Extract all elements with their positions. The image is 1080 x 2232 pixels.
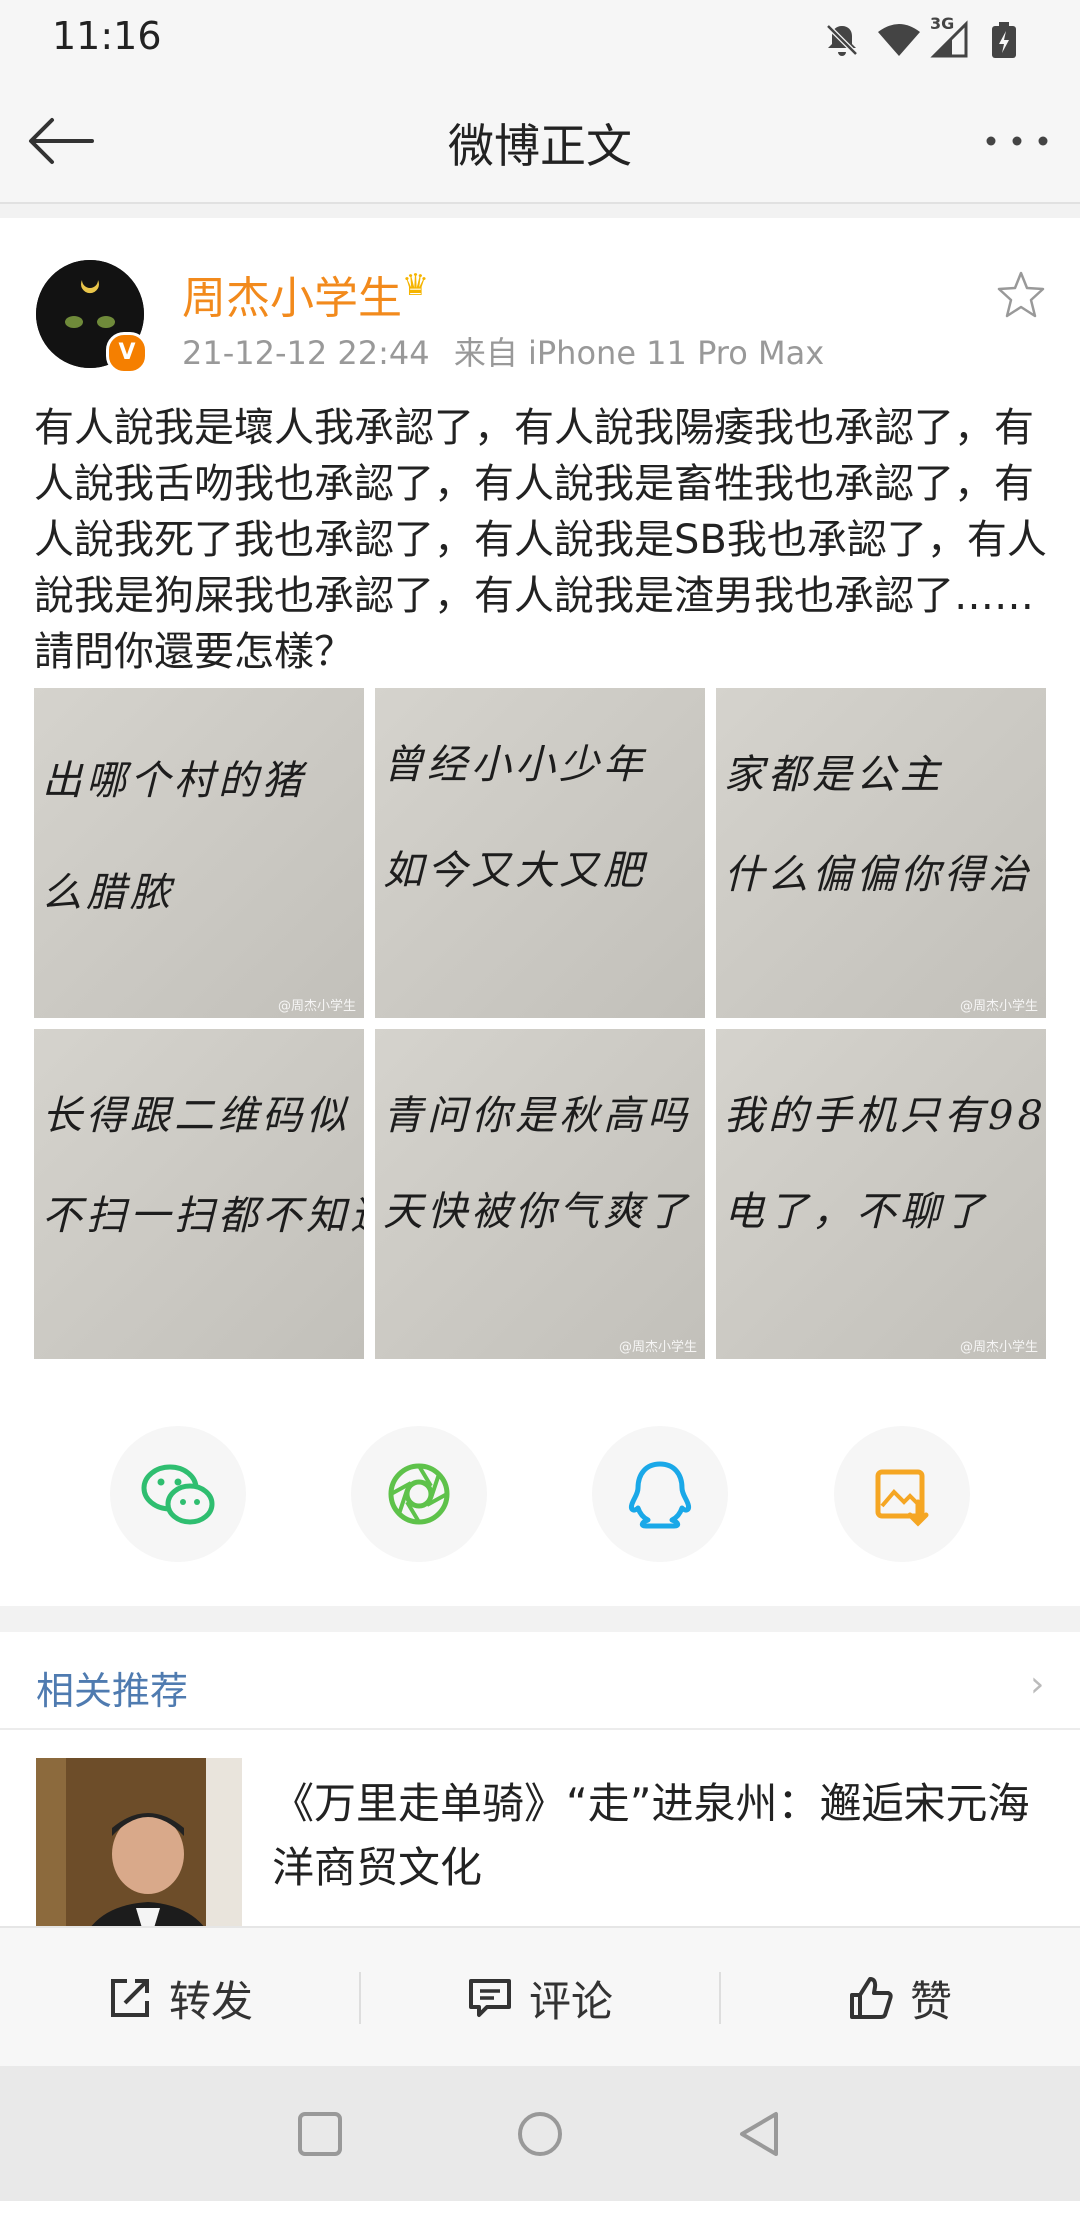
- image-handwriting-line: 电了，不聊了: [724, 1189, 988, 1235]
- comment-label: 评论: [528, 1976, 613, 2026]
- post-image-6[interactable]: 我的手机只有98% 电了，不聊了 @周杰小学生: [716, 1029, 1046, 1359]
- image-handwriting-line: 什么偏偏你得治: [724, 852, 1032, 898]
- image-handwriting-line: 如今又大又肥: [383, 848, 647, 894]
- related-item-headline[interactable]: 《万里走单骑》“走”进泉州：邂逅宋元海洋商贸文化: [272, 1772, 1042, 1900]
- image-watermark: @周杰小学生: [959, 999, 1038, 1014]
- image-handwriting-line: 我的手机只有98%: [724, 1093, 1046, 1139]
- share-wechat-button[interactable]: [110, 1426, 246, 1562]
- back-nav-icon[interactable]: [736, 2110, 784, 2158]
- top-nav-bar: 微博正文: [0, 80, 1080, 204]
- favorite-star-icon[interactable]: [996, 270, 1046, 320]
- repost-button[interactable]: 转发: [0, 1928, 360, 2068]
- post-image-3[interactable]: 家都是公主 什么偏偏你得治 @周杰小学生: [716, 688, 1046, 1018]
- post-image-1[interactable]: 出哪个村的猪 么腊脓 @周杰小学生: [34, 688, 364, 1018]
- image-handwriting-line: 青问你是秋高吗: [383, 1093, 691, 1139]
- post-image-2[interactable]: 曾经小小少年 如今又大又肥: [375, 688, 705, 1018]
- like-label: 赞: [909, 1976, 952, 2026]
- post-action-bar: 转发 评论 赞: [0, 1926, 1080, 2068]
- chevron-right-icon[interactable]: ›: [1030, 1664, 1044, 1705]
- post-source: 来自 iPhone 11 Pro Max: [453, 334, 825, 372]
- image-handwriting-line: 天快被你气爽了: [383, 1189, 691, 1235]
- status-time: 11:16: [52, 14, 162, 58]
- verified-badge: V: [106, 332, 148, 374]
- image-handwriting-line: 曾经小小少年: [383, 742, 647, 788]
- mute-icon: [826, 24, 858, 56]
- page-title: 微博正文: [448, 119, 632, 173]
- post-image-5[interactable]: 青问你是秋高吗 天快被你气爽了 @周杰小学生: [375, 1029, 705, 1359]
- moments-icon: [388, 1463, 450, 1525]
- weibo-post: V 周杰小学生 ♛ 21-12-12 22:44 来自 iPhone 11 Pr…: [0, 218, 1080, 1606]
- comment-icon: [468, 1979, 511, 2017]
- image-handwriting-line: 不扫一扫都不知道是: [42, 1193, 364, 1239]
- share-qq-button[interactable]: [592, 1426, 728, 1562]
- image-handwriting-line: 家都是公主: [724, 752, 944, 798]
- save-image-icon: [875, 1469, 929, 1527]
- home-icon[interactable]: [516, 2110, 564, 2158]
- status-bar: 11:16 3G: [0, 0, 1080, 80]
- thumbs-up-icon: [849, 1977, 893, 2019]
- related-title[interactable]: 相关推荐: [36, 1660, 188, 1715]
- post-meta: 21-12-12 22:44 来自 iPhone 11 Pro Max: [182, 328, 824, 374]
- recent-apps-icon[interactable]: [296, 2110, 344, 2158]
- image-handwriting-line: 长得跟二维码似: [42, 1093, 350, 1139]
- image-watermark: @周杰小学生: [618, 1340, 697, 1355]
- image-watermark: @周杰小学生: [959, 1340, 1038, 1355]
- repost-label: 转发: [168, 1976, 253, 2026]
- post-timestamp: 21-12-12 22:44: [182, 334, 430, 372]
- share-moments-button[interactable]: [351, 1426, 487, 1562]
- image-handwriting-line: 么腊脓: [42, 870, 174, 916]
- android-nav-bar: [0, 2066, 1080, 2201]
- image-handwriting-line: 出哪个村的猪: [42, 758, 306, 804]
- image-watermark: @周杰小学生: [277, 999, 356, 1014]
- save-image-button[interactable]: [834, 1426, 970, 1562]
- post-image-4[interactable]: 长得跟二维码似 不扫一扫都不知道是: [34, 1029, 364, 1359]
- more-icon[interactable]: [984, 134, 1050, 148]
- username[interactable]: 周杰小学生: [182, 262, 402, 326]
- wifi-icon: [878, 24, 920, 56]
- comment-button[interactable]: 评论: [360, 1928, 720, 2068]
- signal-icon: [930, 20, 968, 58]
- crown-icon: ♛: [402, 268, 429, 303]
- like-button[interactable]: 赞: [720, 1928, 1080, 2068]
- battery-charging-icon: [992, 22, 1016, 58]
- wechat-icon: [141, 1464, 215, 1525]
- divider: [0, 1728, 1080, 1730]
- repost-icon: [110, 1979, 149, 2017]
- qq-icon: [629, 1461, 691, 1529]
- post-text: 有人說我是壞人我承認了，有人說我陽痿我也承認了，有人說我舌吻我也承認了，有人說我…: [34, 405, 1047, 675]
